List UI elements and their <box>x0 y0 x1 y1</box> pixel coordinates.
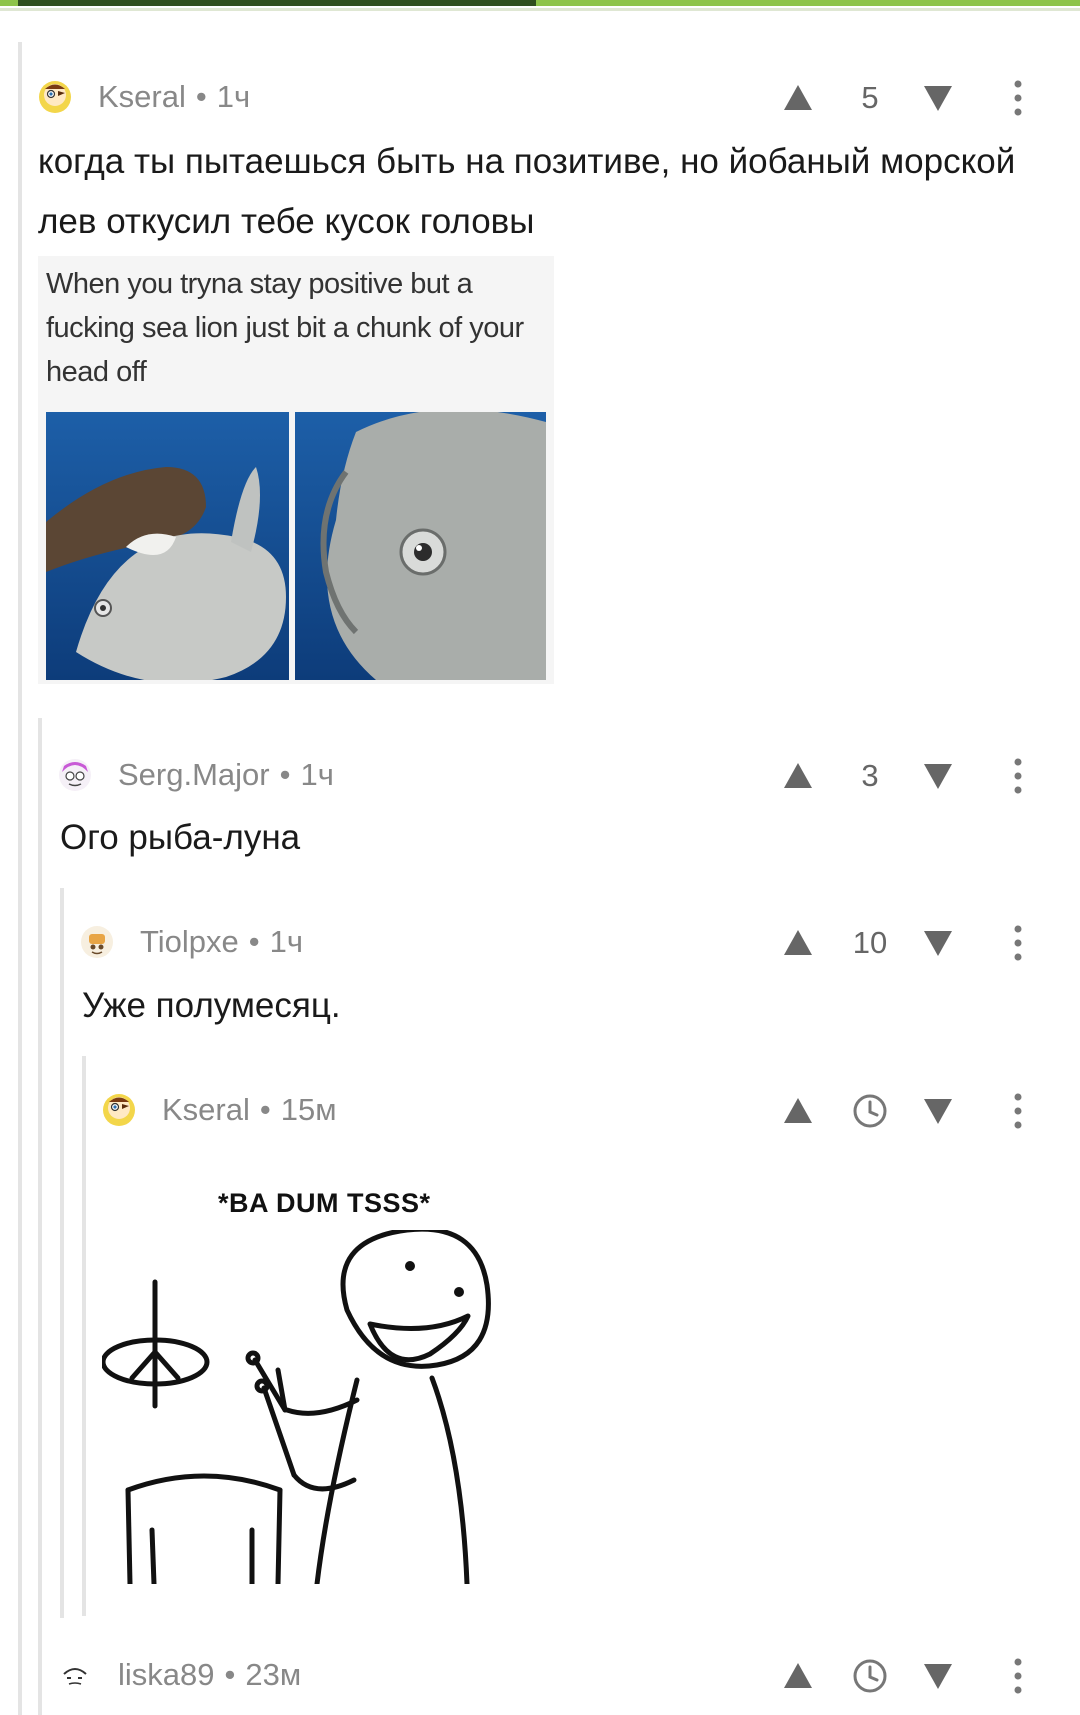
separator-dot: • <box>195 79 207 114</box>
separator-dot: • <box>224 1657 236 1692</box>
thread-line-level-2 <box>60 888 64 1618</box>
upvote-icon[interactable] <box>778 1091 818 1131</box>
timestamp: 1ч <box>269 924 304 959</box>
avatar[interactable] <box>38 80 72 114</box>
more-options-icon[interactable] <box>1008 921 1028 965</box>
thread-line-level-1 <box>38 718 42 1715</box>
comment-text: когда ты пытаешься быть на позитиве, но … <box>38 142 1016 241</box>
drummer-drawing <box>102 1230 491 1584</box>
progress-fill <box>18 0 537 6</box>
username[interactable]: liska89 <box>118 1657 215 1693</box>
progress-track <box>0 8 1080 11</box>
meme-caption: *BA DUM TSSS* <box>218 1188 431 1218</box>
upvote-icon[interactable] <box>778 756 818 796</box>
upvote-icon[interactable] <box>778 78 818 118</box>
vote-controls: 3 <box>778 750 1068 800</box>
avatar[interactable] <box>58 758 92 792</box>
avatar[interactable] <box>58 1658 92 1692</box>
username[interactable]: Tiolpxe <box>140 924 239 960</box>
timestamp: 15м <box>280 1092 337 1127</box>
username[interactable]: Kseral <box>162 1092 250 1128</box>
vote-score: 3 <box>861 758 879 793</box>
sunfish-photo <box>46 412 546 680</box>
vote-score: 5 <box>861 80 879 115</box>
separator-dot: • <box>248 924 260 959</box>
avatar[interactable] <box>102 1093 136 1127</box>
separator-dot: • <box>279 757 291 792</box>
vote-controls <box>778 1085 1068 1135</box>
comment-image[interactable]: *BA DUM TSSS* <box>102 1166 522 1584</box>
comment-header: Kseral • 15м <box>102 1085 337 1135</box>
upvote-icon[interactable] <box>778 1656 818 1696</box>
comment-header: Tiolpxe • 1ч <box>80 917 303 967</box>
timestamp: 1ч <box>300 757 334 792</box>
timestamp: 1ч <box>216 79 251 114</box>
username[interactable]: Kseral <box>98 79 186 115</box>
vote-controls: 5 <box>778 72 1068 122</box>
timestamp: 23м <box>245 1657 302 1692</box>
more-options-icon[interactable] <box>1008 1089 1028 1133</box>
comment-image[interactable]: When you tryna stay positive but a fucki… <box>38 256 554 684</box>
downvote-icon[interactable] <box>918 1656 958 1696</box>
username[interactable]: Serg.Major <box>118 757 270 793</box>
downvote-icon[interactable] <box>918 756 958 796</box>
top-progress-bar <box>0 0 1080 11</box>
thread-line-level-3 <box>82 1056 86 1616</box>
comment-text: Уже полумесяц. <box>82 986 341 1025</box>
comment-header: liska89 • 23м <box>58 1650 301 1700</box>
more-options-icon[interactable] <box>1008 1654 1028 1698</box>
downvote-icon[interactable] <box>918 923 958 963</box>
avatar[interactable] <box>80 925 114 959</box>
meme-caption: When you tryna stay positive but a fucki… <box>46 268 524 388</box>
comment-text: Ого рыба-луна <box>60 818 301 857</box>
downvote-icon[interactable] <box>918 78 958 118</box>
more-options-icon[interactable] <box>1008 754 1028 798</box>
clock-icon <box>853 1094 887 1128</box>
vote-controls: 10 <box>778 917 1068 967</box>
vote-score: 10 <box>852 925 888 960</box>
downvote-icon[interactable] <box>918 1091 958 1131</box>
upvote-icon[interactable] <box>778 923 818 963</box>
clock-icon <box>853 1659 887 1693</box>
comment-header: Kseral • 1ч <box>38 72 250 122</box>
separator-dot: • <box>259 1092 271 1127</box>
comment-header: Serg.Major • 1ч <box>58 750 334 800</box>
thread-line-level-0 <box>18 42 22 1715</box>
more-options-icon[interactable] <box>1008 76 1028 120</box>
vote-controls <box>778 1650 1068 1700</box>
